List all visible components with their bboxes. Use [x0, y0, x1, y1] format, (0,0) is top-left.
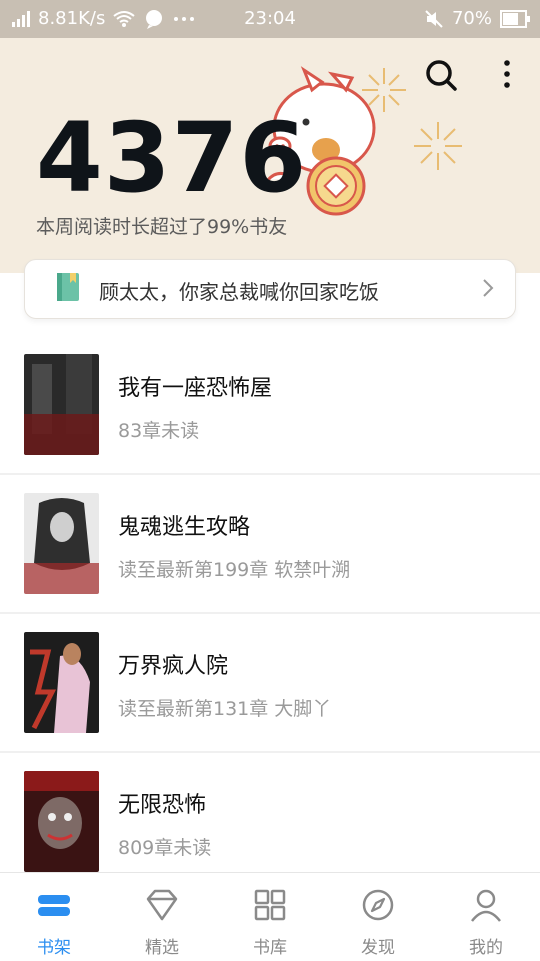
recommendation-text: 顾太太，你家总裁喊你回家吃饭 [99, 280, 379, 304]
more-icon[interactable] [497, 59, 517, 89]
book-item[interactable]: 万界疯人院 读至最新第131章 大脚丫 [0, 614, 540, 753]
user-icon [471, 889, 501, 922]
tab-featured[interactable]: 精选 [108, 873, 216, 961]
mute-icon [425, 9, 443, 28]
book-progress: 读至最新第199章 软禁叶溯 [118, 559, 351, 581]
battery-percent: 70% [451, 8, 492, 29]
book-cover [24, 493, 99, 594]
book-cover [24, 632, 99, 733]
tab-label: 书库 [253, 938, 287, 958]
book-title: 万界疯人院 [118, 654, 229, 679]
tab-library[interactable]: 书库 [216, 873, 324, 961]
tab-bookshelf[interactable]: 书架 [0, 873, 108, 961]
tab-discover[interactable]: 发现 [324, 873, 432, 961]
book-progress: 809章未读 [118, 837, 212, 859]
bookshelf-list: 我有一座恐怖屋 83章未读 鬼魂逃生攻略 读至最新第199章 软禁叶溯 万界疯人… [0, 336, 540, 892]
book-progress: 83章未读 [118, 420, 200, 442]
recommendation-banner[interactable]: 顾太太，你家总裁喊你回家吃饭 [24, 259, 516, 319]
tab-label: 书架 [37, 938, 71, 958]
diamond-icon [146, 889, 178, 921]
grid-icon [254, 889, 286, 921]
book-title: 无限恐怖 [118, 793, 207, 818]
book-cover [24, 354, 99, 455]
status-bar: 8.81K/s 23:04 70% [0, 0, 540, 38]
chevron-right-icon [483, 279, 494, 297]
reading-summary: 本周阅读时长超过了99%书友 [36, 216, 288, 238]
book-title: 鬼魂逃生攻略 [118, 515, 251, 540]
book-cover [24, 771, 99, 872]
tab-label: 我的 [469, 938, 503, 958]
battery-icon [500, 9, 530, 28]
tab-profile[interactable]: 我的 [432, 873, 540, 961]
book-item[interactable]: 我有一座恐怖屋 83章未读 [0, 336, 540, 475]
book-progress: 读至最新第131章 大脚丫 [118, 698, 332, 720]
reading-stats-header: 4376 本周阅读时长超过了99%书友 [0, 38, 540, 273]
tab-label: 发现 [361, 938, 395, 958]
reading-minutes: 4376 [36, 102, 308, 214]
compass-icon [362, 889, 394, 921]
bottom-tab-bar: 书架 精选 书库 发现 我的 [0, 872, 540, 961]
book-item[interactable]: 鬼魂逃生攻略 读至最新第199章 软禁叶溯 [0, 475, 540, 614]
bookshelf-icon [38, 895, 70, 916]
tab-label: 精选 [145, 938, 179, 958]
book-title: 我有一座恐怖屋 [118, 376, 273, 401]
book-icon [57, 273, 79, 301]
